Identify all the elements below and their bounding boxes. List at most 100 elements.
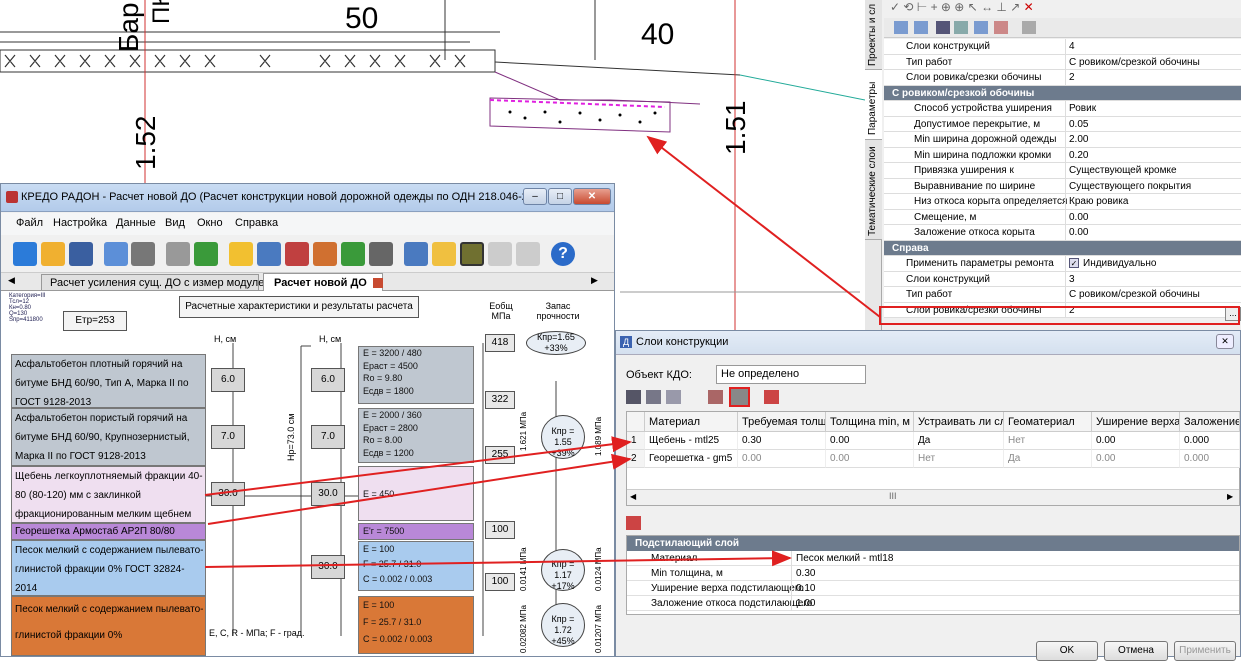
- save-icon[interactable]: [69, 242, 93, 266]
- refresh-icon[interactable]: [194, 242, 218, 266]
- scroll-left-icon[interactable]: ◀: [630, 492, 636, 501]
- prop-row-9[interactable]: Выравнивание по ширине Существующего покр…: [884, 178, 1241, 194]
- prop-value[interactable]: Существующего покрытия: [1065, 178, 1241, 194]
- cell-ush-1[interactable]: 0.00: [1092, 432, 1180, 450]
- print-icon[interactable]: [131, 242, 155, 266]
- cell-ustr-2[interactable]: Нет: [914, 450, 1004, 468]
- tab-parameters[interactable]: Параметры: [865, 70, 882, 140]
- view2-icon[interactable]: [460, 242, 484, 266]
- sub-row-material[interactable]: Материал Песок мелкий - mtl18: [627, 551, 1239, 566]
- scroll-thumb[interactable]: III: [889, 491, 897, 501]
- cell-ush-2[interactable]: 0.00: [1092, 450, 1180, 468]
- object-field[interactable]: Не определено: [716, 365, 866, 384]
- prop-value[interactable]: 2: [1065, 70, 1241, 85]
- tab-thematic-layers[interactable]: Тематические слои: [865, 140, 882, 240]
- export-icon[interactable]: [104, 242, 128, 266]
- col-zal[interactable]: Заложение отк: [1180, 412, 1240, 432]
- prop-row-15[interactable]: Слои конструкций 3: [884, 271, 1241, 287]
- prop-row-2[interactable]: Слои ровика/срезки обочины 2: [884, 70, 1241, 86]
- props-toolbar[interactable]: [884, 18, 1241, 38]
- col-geo[interactable]: Геоматериал: [1004, 412, 1092, 432]
- prop-value[interactable]: 0.00: [1065, 225, 1241, 240]
- menu-file[interactable]: Файл: [16, 217, 43, 229]
- sub-row-slope[interactable]: Заложение откоса подстилающего 1.00: [627, 596, 1239, 611]
- dialog-close-button[interactable]: ✕: [1216, 334, 1234, 349]
- tools-icon[interactable]: [257, 242, 281, 266]
- prop-value[interactable]: 4: [1065, 39, 1241, 54]
- col-tmin[interactable]: Толщина min, м: [826, 412, 914, 432]
- menu-window[interactable]: Окно: [197, 217, 223, 229]
- move-icon[interactable]: [666, 390, 681, 404]
- cell-tmin-1[interactable]: 0.00: [826, 432, 914, 450]
- layer-4[interactable]: Георешетка Армостаб АР2П 80/80: [11, 523, 206, 540]
- layer-5[interactable]: Песок мелкий с содержанием пылевато-глин…: [11, 540, 206, 596]
- delete-row-icon[interactable]: [708, 390, 723, 404]
- scroll-right-icon[interactable]: ▶: [1227, 492, 1233, 501]
- prop-value[interactable]: Ровик: [1065, 101, 1241, 116]
- view1-icon[interactable]: [432, 242, 456, 266]
- prop-value[interactable]: 3: [1065, 271, 1241, 287]
- layer-6[interactable]: Песок мелкий с содержанием пылевато-глин…: [11, 596, 206, 656]
- stack-icon[interactable]: [341, 242, 365, 266]
- prop-value[interactable]: ✓ Индивидуально: [1065, 256, 1241, 271]
- check-icon[interactable]: [516, 242, 540, 266]
- prop-row-1[interactable]: Тип работ С ровиком/срезкой обочины: [884, 54, 1241, 70]
- tab-scroll-right-icon[interactable]: ▶: [591, 275, 598, 286]
- prop-row-4[interactable]: Способ устройства уширения Ровик: [884, 101, 1241, 117]
- prop-row-16[interactable]: Тип работ С ровиком/срезкой обочины: [884, 287, 1241, 303]
- prop-row-8[interactable]: Привязка уширения к Существующей кромке: [884, 163, 1241, 179]
- cell-geo-1[interactable]: Нет: [1004, 432, 1092, 450]
- prop-row-12[interactable]: Заложение откоса корыта 0.00: [884, 225, 1241, 241]
- prop-row-17[interactable]: Слои ровика/срезки обочины 2: [884, 302, 1241, 318]
- split-icon[interactable]: [764, 390, 779, 404]
- col-treb[interactable]: Требуемая толщ: [738, 412, 826, 432]
- prop-row-11[interactable]: Смещение, м 0.00: [884, 209, 1241, 225]
- ellipsis-button[interactable]: ...: [1225, 307, 1241, 321]
- cell-geo-2[interactable]: Да: [1004, 450, 1092, 468]
- prop-value[interactable]: С ровиком/срезкой обочины: [1065, 54, 1241, 70]
- delete-layer-icon[interactable]: [729, 387, 750, 407]
- layer-1[interactable]: Асфальтобетон плотный горячий на битуме …: [11, 354, 206, 408]
- cell-mat-2[interactable]: Георешетка - gm5: [645, 450, 738, 468]
- help-icon[interactable]: ?: [551, 242, 575, 266]
- tab-projects[interactable]: Проекты и сл: [865, 0, 882, 70]
- col-ush[interactable]: Уширение верха: [1092, 412, 1180, 432]
- prop-row-0[interactable]: Слои конструкций 4: [884, 39, 1241, 55]
- prop-row-14[interactable]: Применить параметры ремонта ✓ Индивидуальн…: [884, 256, 1241, 272]
- grid-scrollbar[interactable]: ◀ III ▶: [627, 489, 1239, 505]
- layer-3[interactable]: Щебень легкоуплотняемый фракции 40-80 (8…: [11, 466, 206, 523]
- tab-new-road[interactable]: Расчет новой ДО: [263, 273, 383, 291]
- apply-button[interactable]: Применить: [1174, 641, 1236, 661]
- maximize-button[interactable]: □: [548, 188, 572, 205]
- prop-value[interactable]: С ровиком/срезкой обочины: [1065, 287, 1241, 302]
- ok-button[interactable]: OK: [1036, 641, 1098, 661]
- cell-tmin-2[interactable]: 0.00: [826, 450, 914, 468]
- col-material[interactable]: Материал: [645, 412, 738, 432]
- checkbox-icon[interactable]: ✓: [1069, 258, 1079, 269]
- cad-toolbar[interactable]: ✓ ⟲ ⊢ + ⊕ ⊕ ↖ ↔ ⊥ ↗ ✕: [884, 0, 1241, 18]
- new-icon[interactable]: [13, 242, 37, 266]
- prop-value[interactable]: Существующей кромке: [1065, 163, 1241, 178]
- prop-value[interactable]: 2: [1065, 302, 1241, 318]
- prop-row-6[interactable]: Min ширина дорожной одежды 2.00: [884, 132, 1241, 148]
- cell-mat-1[interactable]: Щебень - mtl25: [645, 432, 738, 450]
- insert-after-icon[interactable]: [646, 390, 661, 404]
- minimize-button[interactable]: –: [523, 188, 547, 205]
- col-ustr[interactable]: Устраивать ли сл: [914, 412, 1004, 432]
- monitor-icon[interactable]: [404, 242, 428, 266]
- sublayer-tool-icon[interactable]: [626, 516, 641, 530]
- cell-treb-2[interactable]: 0.00: [738, 450, 826, 468]
- open-icon[interactable]: [41, 242, 65, 266]
- prop-row-3[interactable]: С ровиком/срезкой обочины: [884, 85, 1241, 101]
- menu-data[interactable]: Данные: [116, 217, 156, 229]
- menu-settings[interactable]: Настройка: [53, 217, 107, 229]
- prop-value[interactable]: 0.00: [1065, 209, 1241, 225]
- sub-row-min-thick[interactable]: Min толщина, м 0.30: [627, 566, 1239, 581]
- truck-icon[interactable]: [285, 242, 309, 266]
- prop-row-7[interactable]: Min ширина подложки кромки 0.20: [884, 147, 1241, 163]
- prop-value[interactable]: 0.20: [1065, 147, 1241, 163]
- layer-2[interactable]: Асфальтобетон пористый горячий на битуме…: [11, 408, 206, 466]
- edit-icon[interactable]: [488, 242, 512, 266]
- insert-row-icon[interactable]: [626, 390, 641, 404]
- cell-zal-1[interactable]: 0.000: [1180, 432, 1240, 450]
